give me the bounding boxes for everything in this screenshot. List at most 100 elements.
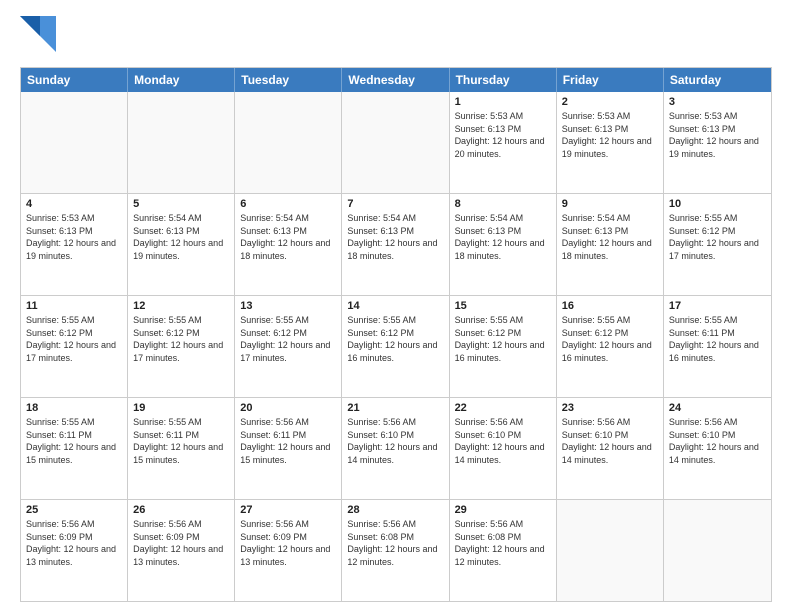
daylight-label: Daylight: 12 hours and 13 minutes. — [133, 544, 223, 567]
cell-w1-d1 — [21, 92, 128, 193]
daylight-label: Daylight: 12 hours and 19 minutes. — [133, 238, 223, 261]
day-number: 20 — [240, 402, 336, 414]
sunset-label: Sunset: 6:08 PM — [455, 532, 522, 542]
header-sunday: Sunday — [21, 68, 128, 92]
sunset-label: Sunset: 6:12 PM — [669, 226, 736, 236]
sunrise-label: Sunrise: 5:54 AM — [455, 213, 524, 223]
daylight-label: Daylight: 12 hours and 19 minutes. — [669, 136, 759, 159]
cell-info: Sunrise: 5:55 AMSunset: 6:12 PMDaylight:… — [455, 314, 551, 364]
daylight-label: Daylight: 12 hours and 17 minutes. — [669, 238, 759, 261]
day-number: 5 — [133, 198, 229, 210]
sunrise-label: Sunrise: 5:56 AM — [26, 519, 95, 529]
cell-info: Sunrise: 5:54 AMSunset: 6:13 PMDaylight:… — [240, 212, 336, 262]
cell-w2-d3: 6Sunrise: 5:54 AMSunset: 6:13 PMDaylight… — [235, 194, 342, 295]
sunrise-label: Sunrise: 5:55 AM — [562, 315, 631, 325]
sunset-label: Sunset: 6:11 PM — [240, 430, 306, 440]
cell-w2-d6: 9Sunrise: 5:54 AMSunset: 6:13 PMDaylight… — [557, 194, 664, 295]
cell-info: Sunrise: 5:55 AM Sunset: 6:12 PM Daylight:… — [562, 314, 658, 364]
sunrise-label: Sunrise: 5:53 AM — [26, 213, 95, 223]
cell-info: Sunrise: 5:56 AMSunset: 6:09 PMDaylight:… — [240, 518, 336, 568]
sunrise-label: Sunrise: 5:55 AM — [26, 315, 95, 325]
cell-info: Sunrise: 5:54 AMSunset: 6:13 PMDaylight:… — [347, 212, 443, 262]
daylight-label: Daylight: 12 hours and 16 minutes. — [455, 340, 545, 363]
daylight-label: Daylight: 12 hours and 15 minutes. — [133, 442, 223, 465]
cell-w3-d2: 12Sunrise: 5:55 AMSunset: 6:12 PMDayligh… — [128, 296, 235, 397]
day-number: 25 — [26, 504, 122, 516]
cell-w4-d7: 24Sunrise: 5:56 AMSunset: 6:10 PMDayligh… — [664, 398, 771, 499]
sunset-label: Sunset: 6:13 PM — [669, 124, 736, 134]
week-row-4: 18Sunrise: 5:55 AMSunset: 6:11 PMDayligh… — [21, 398, 771, 500]
sunset-label: Sunset: 6:12 PM — [26, 328, 93, 338]
cell-info: Sunrise: 5:56 AMSunset: 6:08 PMDaylight:… — [347, 518, 443, 568]
daylight-label: Daylight: 12 hours and 12 minutes. — [347, 544, 437, 567]
sunrise-label: Sunrise: 5:56 AM — [133, 519, 202, 529]
daylight-label: Daylight: 12 hours and 16 minutes. — [669, 340, 759, 363]
sunset-label: Sunset: 6:13 PM — [240, 226, 307, 236]
cell-info: Sunrise: 5:55 AMSunset: 6:12 PMDaylight:… — [26, 314, 122, 364]
sunrise-label: Sunrise: 5:55 AM — [133, 417, 202, 427]
sunrise-label: Sunrise: 5:55 AM — [347, 315, 416, 325]
week-row-3: 11Sunrise: 5:55 AMSunset: 6:12 PMDayligh… — [21, 296, 771, 398]
day-number: 27 — [240, 504, 336, 516]
day-number: 28 — [347, 504, 443, 516]
cell-w2-d1: 4Sunrise: 5:53 AMSunset: 6:13 PMDaylight… — [21, 194, 128, 295]
daylight-label: Daylight: 12 hours and 15 minutes. — [240, 442, 330, 465]
header-saturday: Saturday — [664, 68, 771, 92]
calendar-body: 1Sunrise: 5:53 AMSunset: 6:13 PMDaylight… — [21, 92, 771, 601]
sunset-label: Sunset: 6:09 PM — [240, 532, 307, 542]
daylight-label: Daylight: 12 hours and 14 minutes. — [669, 442, 759, 465]
sunset-label: Sunset: 6:13 PM — [562, 124, 629, 134]
day-number: 1 — [455, 96, 551, 108]
sunrise-label: Sunrise: 5:54 AM — [562, 213, 631, 223]
header-friday: Friday — [557, 68, 664, 92]
sunrise-label: Sunrise: 5:54 AM — [347, 213, 416, 223]
sunset-label: Sunset: 6:11 PM — [669, 328, 735, 338]
cell-w4-d6: 23Sunrise: 5:56 AMSunset: 6:10 PMDayligh… — [557, 398, 664, 499]
cell-info: Sunrise: 5:53 AMSunset: 6:13 PMDaylight:… — [455, 110, 551, 160]
header-thursday: Thursday — [450, 68, 557, 92]
sunrise-label: Sunrise: 5:56 AM — [240, 417, 309, 427]
cell-w2-d4: 7Sunrise: 5:54 AMSunset: 6:13 PMDaylight… — [342, 194, 449, 295]
sunset-label: Sunset: 6:13 PM — [26, 226, 93, 236]
sunrise-label: Sunrise: 5:54 AM — [133, 213, 202, 223]
daylight-label: Daylight: 12 hours and 17 minutes. — [240, 340, 330, 363]
sunset-label: Sunset: 6:09 PM — [26, 532, 93, 542]
sunrise-label: Sunrise: 5:55 AM — [133, 315, 202, 325]
cell-w5-d5: 29Sunrise: 5:56 AMSunset: 6:08 PMDayligh… — [450, 500, 557, 601]
sunset-label: Sunset: 6:12 PM — [562, 328, 629, 338]
cell-info: Sunrise: 5:53 AMSunset: 6:13 PMDaylight:… — [26, 212, 122, 262]
sunset-label: Sunset: 6:10 PM — [562, 430, 629, 440]
cell-w1-d4 — [342, 92, 449, 193]
day-number: 7 — [347, 198, 443, 210]
cell-info: Sunrise: 5:55 AMSunset: 6:11 PMDaylight:… — [26, 416, 122, 466]
daylight-label: Daylight: 12 hours and 16 minutes. — [347, 340, 437, 363]
sunset-label: Sunset: 6:11 PM — [26, 430, 92, 440]
daylight-label: Daylight: 12 hours and 16 minutes. — [562, 340, 652, 363]
sunset-label: Sunset: 6:11 PM — [133, 430, 199, 440]
cell-info: Sunrise: 5:53 AMSunset: 6:13 PMDaylight:… — [669, 110, 766, 160]
header-wednesday: Wednesday — [342, 68, 449, 92]
cell-w1-d7: 3Sunrise: 5:53 AMSunset: 6:13 PMDaylight… — [664, 92, 771, 193]
cell-info: Sunrise: 5:54 AMSunset: 6:13 PMDaylight:… — [562, 212, 658, 262]
cell-w5-d7 — [664, 500, 771, 601]
day-number: 13 — [240, 300, 336, 312]
cell-w5-d6 — [557, 500, 664, 601]
sunrise-label: Sunrise: 5:53 AM — [562, 111, 631, 121]
sunset-label: Sunset: 6:13 PM — [347, 226, 414, 236]
day-number: 10 — [669, 198, 766, 210]
sunset-label: Sunset: 6:10 PM — [455, 430, 522, 440]
daylight-label: Daylight: 12 hours and 18 minutes. — [562, 238, 652, 261]
sunrise-label: Sunrise: 5:56 AM — [562, 417, 631, 427]
day-number: 8 — [455, 198, 551, 210]
cell-w3-d6: 16Sunrise: 5:55 AMSunset: 6:12 PMDayligh… — [557, 296, 664, 397]
sunset-label: Sunset: 6:08 PM — [347, 532, 414, 542]
logo — [20, 16, 60, 57]
day-number: 17 — [669, 300, 766, 312]
cell-w1-d6: 2Sunrise: 5:53 AMSunset: 6:13 PMDaylight… — [557, 92, 664, 193]
header — [20, 16, 772, 57]
sunset-label: Sunset: 6:12 PM — [240, 328, 307, 338]
cell-info: Sunrise: 5:55 AMSunset: 6:12 PMDaylight:… — [240, 314, 336, 364]
cell-w3-d3: 13 Sunrise: 5:55 AMSunset: 6:12 PMDayligh… — [235, 296, 342, 397]
cell-w5-d3: 27 Sunrise: 5:56 AMSunset: 6:09 PMDayligh… — [235, 500, 342, 601]
day-number: 21 — [347, 402, 443, 414]
